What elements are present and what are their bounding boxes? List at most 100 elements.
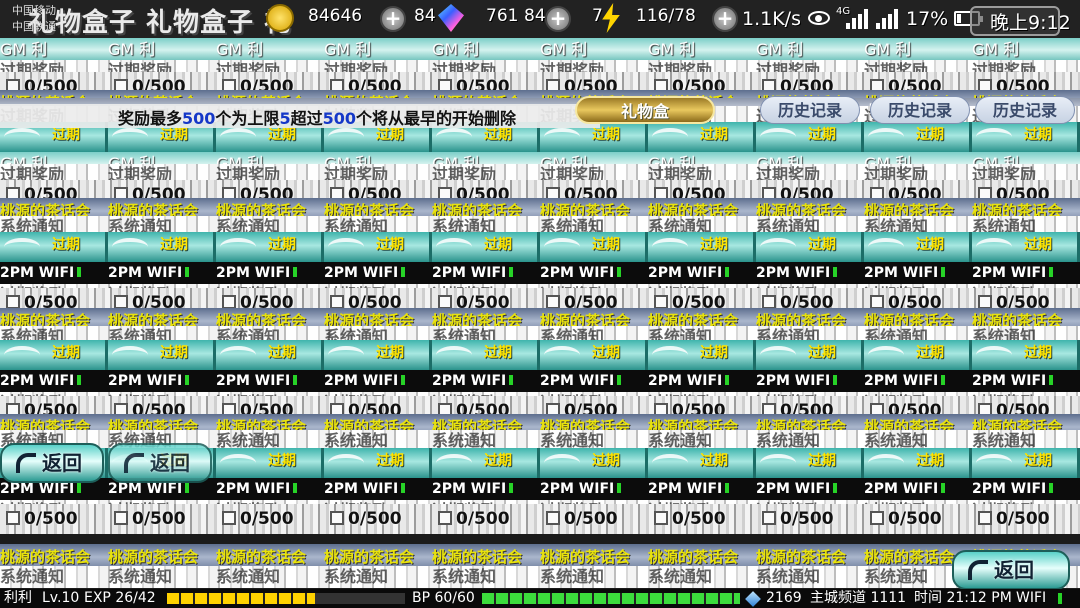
wifi-signal-icon [293,267,298,277]
add-gems-button[interactable]: + [545,6,571,32]
tile-status-text: 过期 [916,127,944,143]
gift-tile: 过期 [864,448,972,478]
swoosh-icon [4,346,40,364]
gift-tile: 2PM WIFI [864,478,972,500]
tile-text: 2PM WIFI [432,481,507,497]
bottom-status-bar: 利利 Lv.10 EXP 26/42 BP 60/60 2169 主城频道 11… [0,589,1080,608]
tile-status-text: 过期 [916,453,944,469]
gift-tile: 0/500 [756,504,864,534]
wifi-signal-icon [833,375,838,385]
wifi-signal-icon [1049,375,1054,385]
gem-amount: 84 [414,6,436,26]
tile-text: GM 利 [108,40,156,59]
wifi-signal-icon [401,483,406,493]
tile-text: 2PM WIFI [216,265,291,281]
swoosh-icon [760,238,796,256]
tile-band: 2PM WIFI 2PM WIFI 2PM WIFI 2PM WIFI 2PM WIFI… [0,262,1080,284]
tile-band: 过期 过期 过期 过期 过期 过期 过期 过期 过期 过期 [0,232,1080,262]
tile-status-text: 过期 [592,453,620,469]
stamina-prefix: 7 [592,6,603,26]
wifi-signal-icon [293,375,298,385]
wifi-signal-icon [833,483,838,493]
wifi-signal-icon [185,375,190,385]
gift-box-icon [438,295,452,309]
gift-tile: 过期 [864,340,972,370]
gift-tile: 过期 [648,340,756,370]
gift-tile: 过期 [216,448,324,478]
gift-tile: 2PM WIFI [0,262,108,284]
gift-box-icon [762,511,776,525]
back-arrow-icon [16,453,36,473]
gift-tile: 过期 [756,340,864,370]
gift-box-icon [546,511,560,525]
gift-tile: GM 利 [756,38,864,62]
tile-text: 2PM WIFI [864,265,939,281]
gift-tile: 2PM WIFI [756,370,864,392]
tile-status-text: 过期 [916,345,944,361]
gift-tile: 2PM WIFI [432,478,540,500]
tile-text: 2PM WIFI [648,481,723,497]
gift-tile: GM 利 [972,38,1080,62]
tile-band: 过期 过期 过期 过期 过期 过期 过期 过期 过期 过期 [0,340,1080,370]
back-button-left[interactable]: 返回 [0,443,104,483]
tile-text: 0/500 [240,509,294,529]
gift-tile: 系统通知 [756,566,864,588]
tile-text: 0/500 [996,509,1050,529]
wifi-signal-icon [77,267,82,277]
coin-amount: 84646 [308,6,363,26]
tile-text: 0/500 [888,509,942,529]
notice-limit: 5 [279,109,291,128]
tab-history-3[interactable]: 历史记录 [975,96,1075,124]
tile-text: GM 利 [216,40,264,59]
wifi-signal-icon [77,375,82,385]
tile-band: 系统通知系统通知系统通知系统通知系统通知系统通知系统通知系统通知系统通知系统通知 [0,566,1080,588]
gift-tile: 0/500 [648,504,756,534]
gift-tile: 过期 [972,232,1080,262]
stamina-amount: 116/78 [636,6,696,26]
gift-tile: 2PM WIFI [972,478,1080,500]
tab-history-2[interactable]: 历史记录 [870,96,970,124]
gift-tile: 2PM WIFI [432,262,540,284]
swoosh-icon [652,128,688,146]
wifi-signal-icon [725,375,730,385]
swoosh-icon [652,238,688,256]
gift-tile: 2PM WIFI [216,370,324,392]
top-status-bar: 礼物盒子 礼物盒子 礼 中国移动 中国联通 84646 + 84 761 84 … [0,0,1080,38]
tile-text: 2PM WIFI [864,481,939,497]
tile-text: 2PM WIFI [648,373,723,389]
add-coins-button[interactable]: + [380,6,406,32]
gift-tile: 过期 [324,340,432,370]
tab-gift-box[interactable]: 礼物盒 [575,96,715,124]
tile-text: 0/500 [672,509,726,529]
gift-tile: 2PM WIFI [216,478,324,500]
gift-box-icon [114,295,128,309]
tile-text: GM 利 [864,40,912,59]
gift-box-icon [870,511,884,525]
signal-icon [846,9,868,29]
tile-text: 0/500 [456,509,510,529]
gem-icon [438,4,464,32]
tab-history-1[interactable]: 历史记录 [760,96,860,124]
gift-box-icon [870,295,884,309]
back-button-right[interactable]: 返回 [952,550,1070,590]
swoosh-icon [760,128,796,146]
tile-status-text: 过期 [484,453,512,469]
swoosh-icon [328,128,364,146]
swoosh-icon [4,128,40,146]
add-stamina-button[interactable]: + [712,6,738,32]
channel: 主城频道 1111 [810,590,907,606]
back-button-label: 返回 [150,451,190,475]
gold-amount: 2169 [766,590,802,606]
swoosh-icon [544,128,580,146]
gift-tile: 过期 [0,232,108,262]
tile-text: GM 利 [0,40,48,59]
wifi-signal-icon [509,267,514,277]
gift-box-icon [222,511,236,525]
gift-tile: 0/500 [0,504,108,534]
tile-status-text: 过期 [268,345,296,361]
tile-text: 2PM WIFI [216,481,291,497]
gift-box-icon [6,295,20,309]
tile-text: 2PM WIFI [972,265,1047,281]
tile-text: 桃源的茶话会 [432,548,523,566]
gift-limit-notice: 奖励最多500个为上限5超过500个将从最早的开始删除 [0,104,600,128]
